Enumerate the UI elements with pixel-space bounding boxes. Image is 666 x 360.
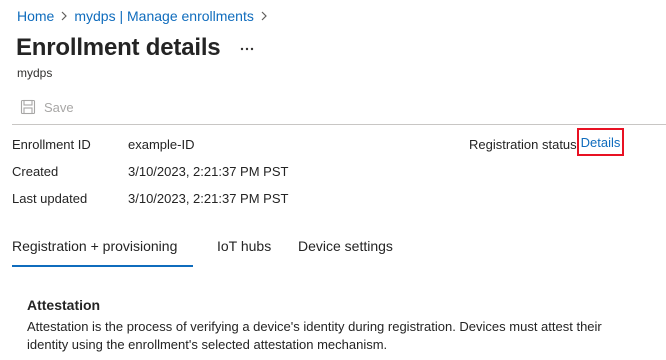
ellipsis-icon: [240, 47, 254, 51]
save-button[interactable]: Save: [12, 96, 74, 118]
breadcrumb-manage-enrollments-link[interactable]: mydps | Manage enrollments: [74, 8, 254, 24]
last-updated-label: Last updated: [12, 191, 88, 206]
page-subtitle: mydps: [17, 66, 53, 80]
tab-device-settings[interactable]: Device settings: [298, 238, 393, 254]
toolbar-divider: [12, 124, 666, 125]
tab-registration-provisioning[interactable]: Registration + provisioning: [12, 238, 177, 254]
attestation-heading: Attestation: [27, 297, 101, 313]
enrollment-id-value: example-ID: [128, 137, 195, 152]
more-options-button[interactable]: [236, 38, 258, 60]
breadcrumb-home-link[interactable]: Home: [17, 8, 54, 24]
chevron-right-icon: [254, 11, 274, 21]
created-value: 3/10/2023, 2:21:37 PM PST: [128, 164, 289, 179]
registration-status-label: Registration status: [469, 137, 577, 152]
tab-iot-hubs[interactable]: IoT hubs: [217, 238, 271, 254]
last-updated-value: 3/10/2023, 2:21:37 PM PST: [128, 191, 289, 206]
attestation-description: Attestation is the process of verifying …: [27, 319, 602, 352]
registration-details-link[interactable]: Details: [577, 128, 624, 156]
save-icon: [20, 99, 36, 115]
page-title: Enrollment details: [16, 34, 221, 61]
enrollment-id-label: Enrollment ID: [12, 137, 91, 152]
save-button-label: Save: [44, 99, 74, 115]
chevron-right-icon: [54, 11, 74, 21]
selected-tab-indicator: [12, 265, 193, 267]
breadcrumb: Home mydps | Manage enrollments: [17, 6, 274, 26]
created-label: Created: [12, 164, 59, 179]
